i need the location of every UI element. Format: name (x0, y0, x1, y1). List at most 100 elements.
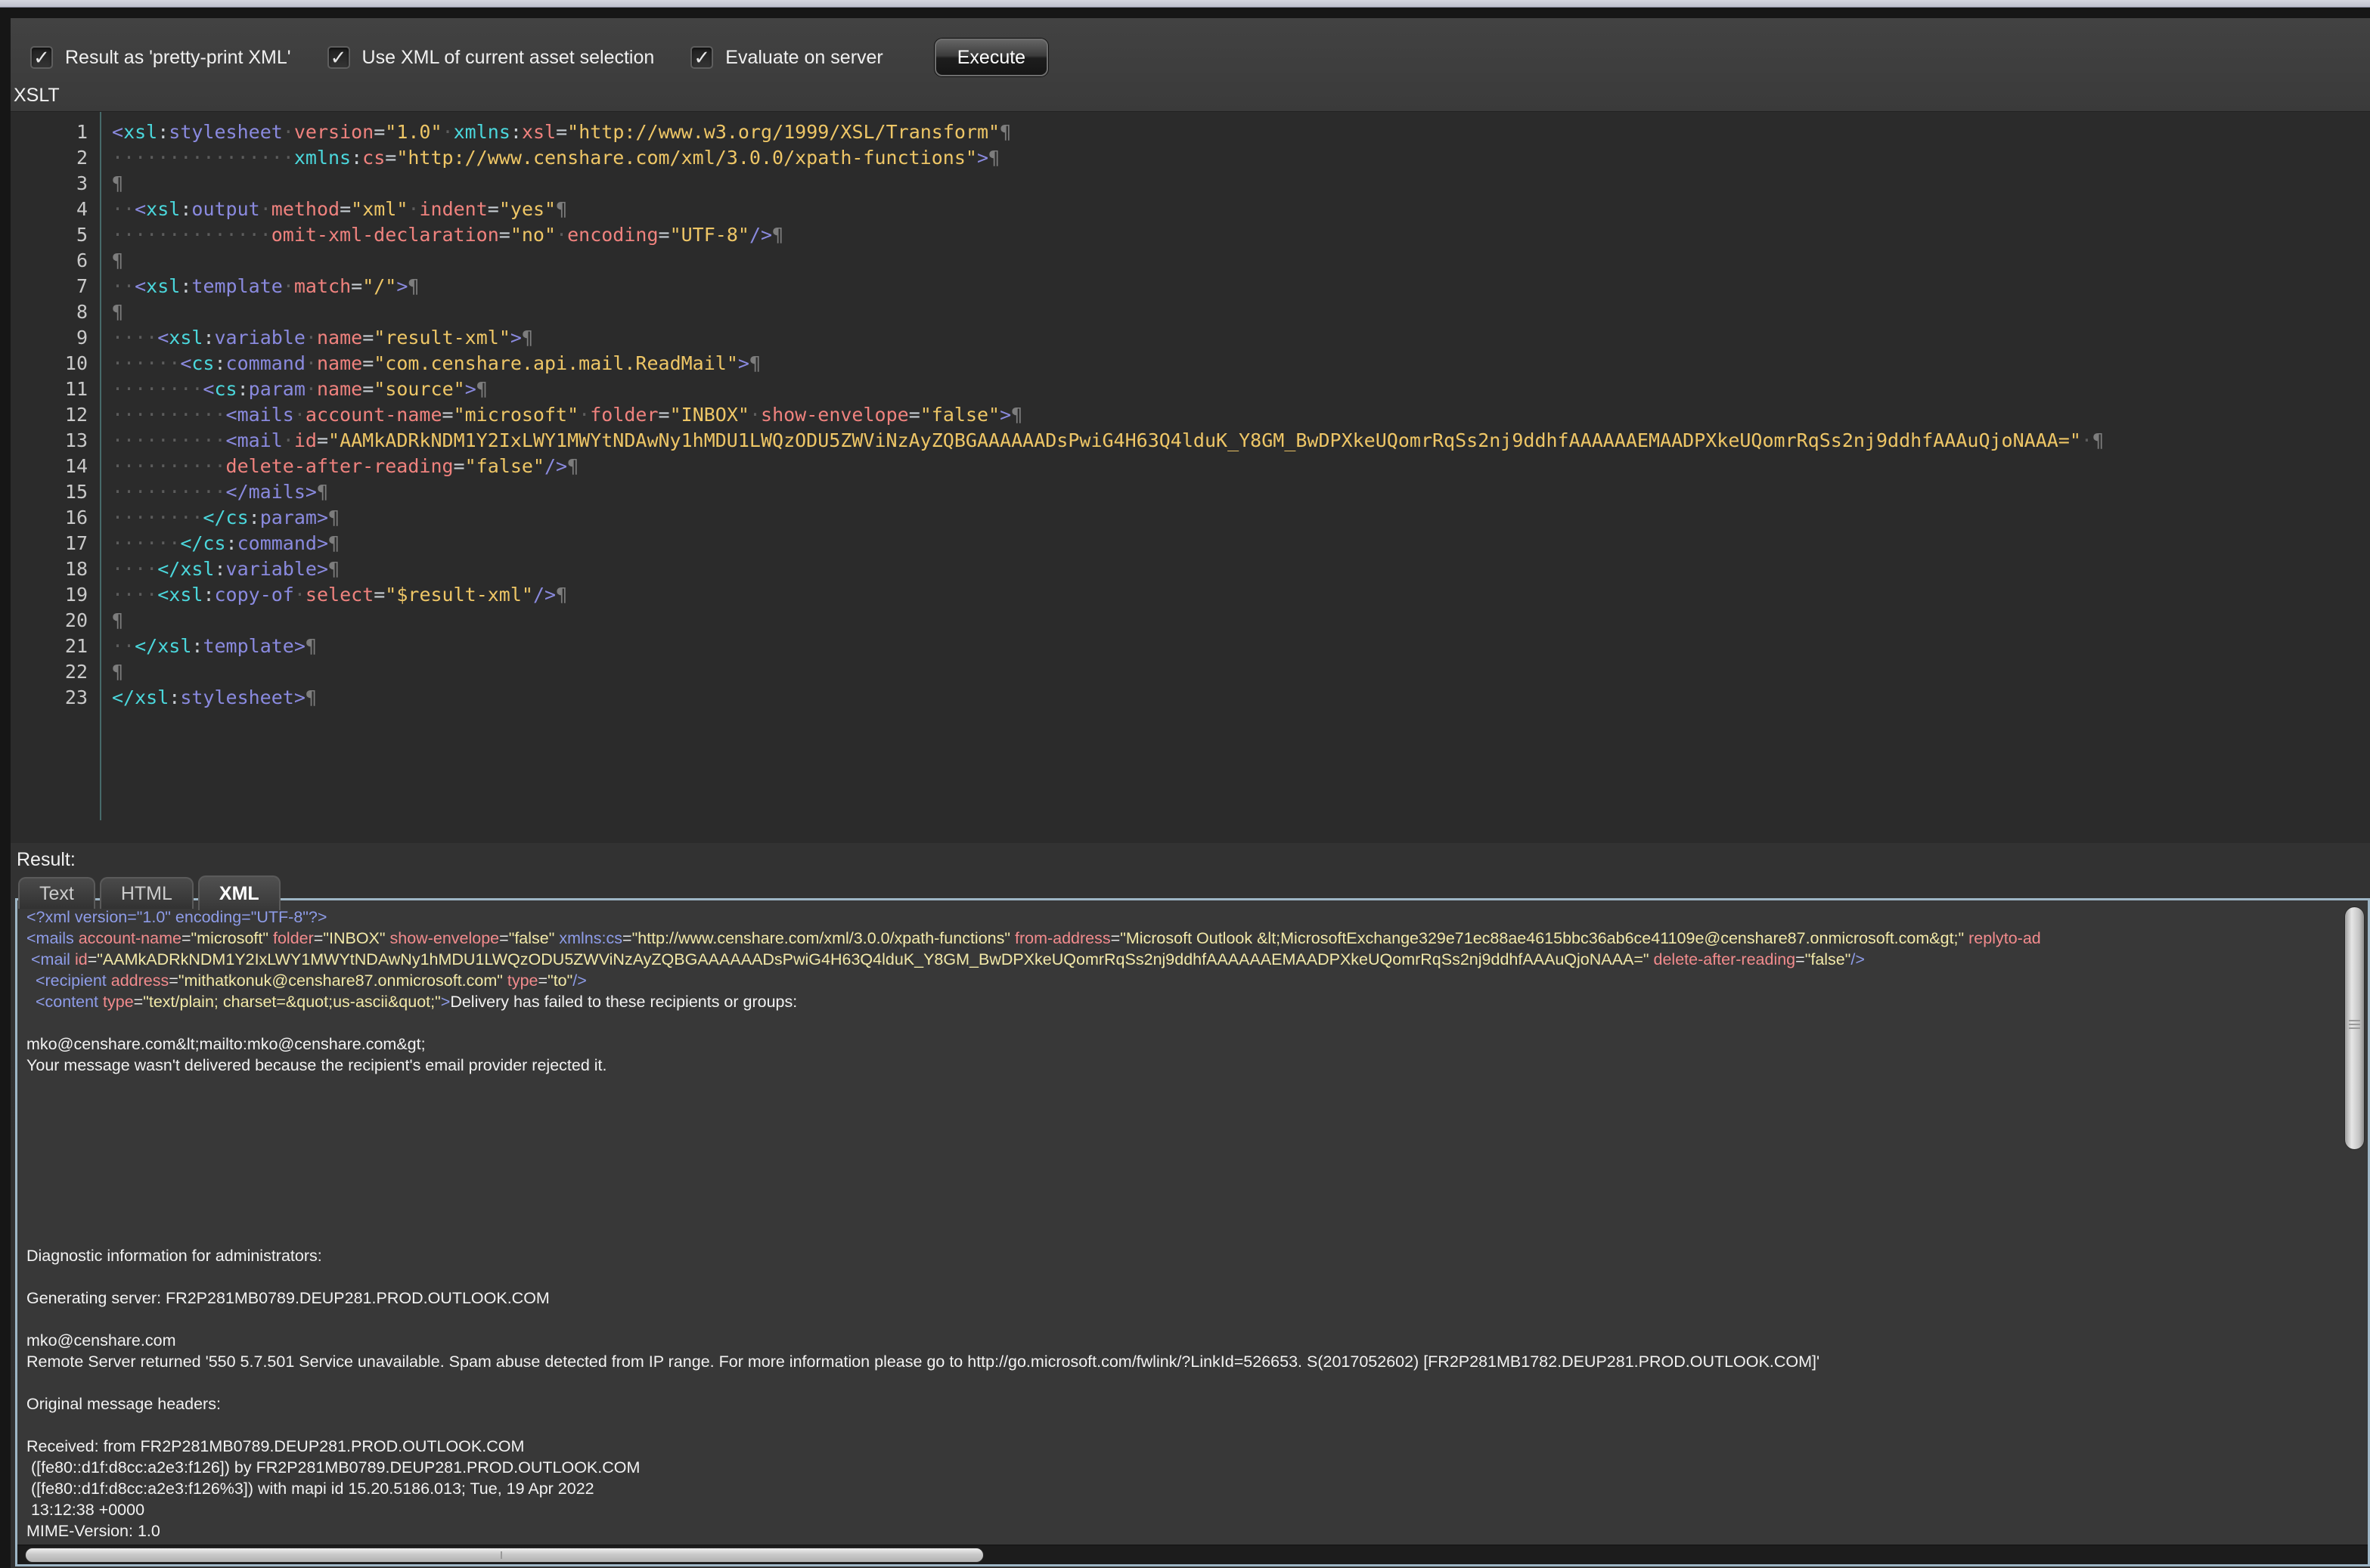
result-line: mko@censhare.com (26, 1330, 2368, 1351)
line-number: 13 (11, 428, 88, 454)
result-vertical-scrollbar[interactable] (2342, 903, 2366, 1539)
xslt-editor[interactable]: 1234567891011121314151617181920212223 <x… (11, 111, 2370, 843)
code-line: <xsl:stylesheet·version="1.0"·xmlns:xsl=… (112, 119, 2370, 145)
line-number: 22 (11, 659, 88, 685)
line-number: 17 (11, 531, 88, 556)
tab-text[interactable]: Text (18, 877, 95, 909)
result-line: Received: from FR2P281MB0789.DEUP281.PRO… (26, 1436, 2368, 1457)
execute-button[interactable]: Execute (935, 39, 1048, 76)
result-line: 13:12:38 +0000 (26, 1499, 2368, 1520)
line-number: 7 (11, 274, 88, 299)
result-horizontal-scrollbar[interactable] (17, 1545, 2368, 1564)
evaluate-server-checkbox[interactable]: ✓ (690, 46, 713, 69)
code-line: ¶ (112, 248, 2370, 274)
checkbox-group-evaluate-server: ✓ Evaluate on server (690, 46, 883, 69)
pretty-print-checkbox[interactable]: ✓ (30, 46, 53, 69)
code-line: ··········<mail·id="AAMkADRkNDM1Y2IxLWY1… (112, 428, 2370, 454)
code-line: ··<xsl:template·match="/">¶ (112, 274, 2370, 299)
result-line (26, 1182, 2368, 1203)
result-line: Generating server: FR2P281MB0789.DEUP281… (26, 1288, 2368, 1309)
result-line: ([fe80::d1f:d8cc:a2e3:f126%3]) with mapi… (26, 1478, 2368, 1499)
code-line: ····</xsl:variable>¶ (112, 556, 2370, 582)
tab-html[interactable]: HTML (100, 877, 194, 909)
result-line (26, 1415, 2368, 1436)
result-line (26, 1203, 2368, 1224)
result-line: Your message wasn't delivered because th… (26, 1055, 2368, 1076)
checkbox-group-pretty-print: ✓ Result as 'pretty-print XML' (30, 46, 291, 69)
line-number: 3 (11, 171, 88, 197)
code-line: ¶ (112, 299, 2370, 325)
vertical-scrollbar-thumb[interactable] (2344, 906, 2365, 1150)
line-number: 14 (11, 454, 88, 479)
line-number: 8 (11, 299, 88, 325)
line-number: 20 (11, 608, 88, 634)
code-line: ······</cs:command>¶ (112, 531, 2370, 556)
result-content: <?xml version="1.0" encoding="UTF-8"?><m… (17, 900, 2368, 1563)
code-line: ··············omit-xml-declaration="no"·… (112, 222, 2370, 248)
result-line: <mails account-name="microsoft" folder="… (26, 928, 2368, 949)
result-section-label: Result: (11, 843, 2370, 874)
line-number: 16 (11, 505, 88, 531)
result-tabbar: Text HTML XML (11, 874, 2370, 909)
result-line (26, 1118, 2368, 1139)
result-line: <content type="text/plain; charset=&quot… (26, 991, 2368, 1012)
line-number: 1 (11, 119, 88, 145)
horizontal-scrollbar-thumb[interactable] (25, 1548, 984, 1563)
result-line: Original message headers: (26, 1393, 2368, 1415)
line-number: 5 (11, 222, 88, 248)
xslt-tool-panel: ✓ Result as 'pretty-print XML' ✓ Use XML… (11, 18, 2370, 1568)
code-line: ······<cs:command·name="com.censhare.api… (112, 351, 2370, 377)
use-xml-checkbox[interactable]: ✓ (327, 46, 350, 69)
code-line: ¶ (112, 608, 2370, 634)
code-line: ········</cs:param>¶ (112, 505, 2370, 531)
window-top-edge (0, 0, 2370, 8)
use-xml-label: Use XML of current asset selection (362, 47, 655, 69)
line-number: 11 (11, 377, 88, 402)
line-number: 15 (11, 479, 88, 505)
line-number: 9 (11, 325, 88, 351)
scrollbar-grip (2349, 1024, 2360, 1025)
result-line (26, 1266, 2368, 1288)
code-line: ··········delete-after-reading="false"/>… (112, 454, 2370, 479)
code-line: ················xmlns:cs="http://www.cen… (112, 145, 2370, 171)
code-line: ¶ (112, 171, 2370, 197)
toolbar: ✓ Result as 'pretty-print XML' ✓ Use XML… (11, 18, 2370, 83)
pretty-print-label: Result as 'pretty-print XML' (65, 47, 291, 69)
result-line: Remote Server returned '550 5.7.501 Serv… (26, 1351, 2368, 1372)
code-line: ····<xsl:variable·name="result-xml">¶ (112, 325, 2370, 351)
line-number: 23 (11, 685, 88, 711)
result-line: <mail id="AAMkADRkNDM1Y2IxLWY1MWYtNDAwNy… (26, 949, 2368, 970)
code-line: ··········<mails·account-name="microsoft… (112, 402, 2370, 428)
result-line: <recipient address="mithatkonuk@censhare… (26, 970, 2368, 991)
xslt-editor-label: XSLT (11, 83, 2370, 111)
result-line: <?xml version="1.0" encoding="UTF-8"?> (26, 906, 2368, 928)
line-number: 10 (11, 351, 88, 377)
editor-line-number-gutter: 1234567891011121314151617181920212223 (11, 112, 100, 843)
scrollbar-grip (501, 1551, 502, 1559)
result-line: mko@censhare.com&lt;mailto:mko@censhare.… (26, 1033, 2368, 1055)
line-number: 21 (11, 634, 88, 659)
line-number: 19 (11, 582, 88, 608)
result-line (26, 1012, 2368, 1033)
line-number: 4 (11, 197, 88, 222)
checkbox-group-use-xml: ✓ Use XML of current asset selection (327, 46, 655, 69)
result-line (26, 1161, 2368, 1182)
result-line (26, 1097, 2368, 1118)
code-line: ··········</mails>¶ (112, 479, 2370, 505)
result-line (26, 1309, 2368, 1330)
result-line (26, 1076, 2368, 1097)
result-line: ([fe80::d1f:d8cc:a2e3:f126]) by FR2P281M… (26, 1457, 2368, 1478)
tab-xml[interactable]: XML (198, 875, 281, 910)
result-xml-viewer[interactable]: <?xml version="1.0" encoding="UTF-8"?><m… (15, 898, 2370, 1566)
evaluate-server-label: Evaluate on server (725, 47, 883, 69)
result-line: MIME-Version: 1.0 (26, 1520, 2368, 1542)
line-number: 12 (11, 402, 88, 428)
code-line: ··</xsl:template>¶ (112, 634, 2370, 659)
result-line (26, 1372, 2368, 1393)
line-number: 6 (11, 248, 88, 274)
editor-code-area[interactable]: <xsl:stylesheet·version="1.0"·xmlns:xsl=… (101, 112, 2370, 843)
code-line: ¶ (112, 659, 2370, 685)
code-line: </xsl:stylesheet>¶ (112, 685, 2370, 711)
line-number: 2 (11, 145, 88, 171)
result-line (26, 1139, 2368, 1161)
